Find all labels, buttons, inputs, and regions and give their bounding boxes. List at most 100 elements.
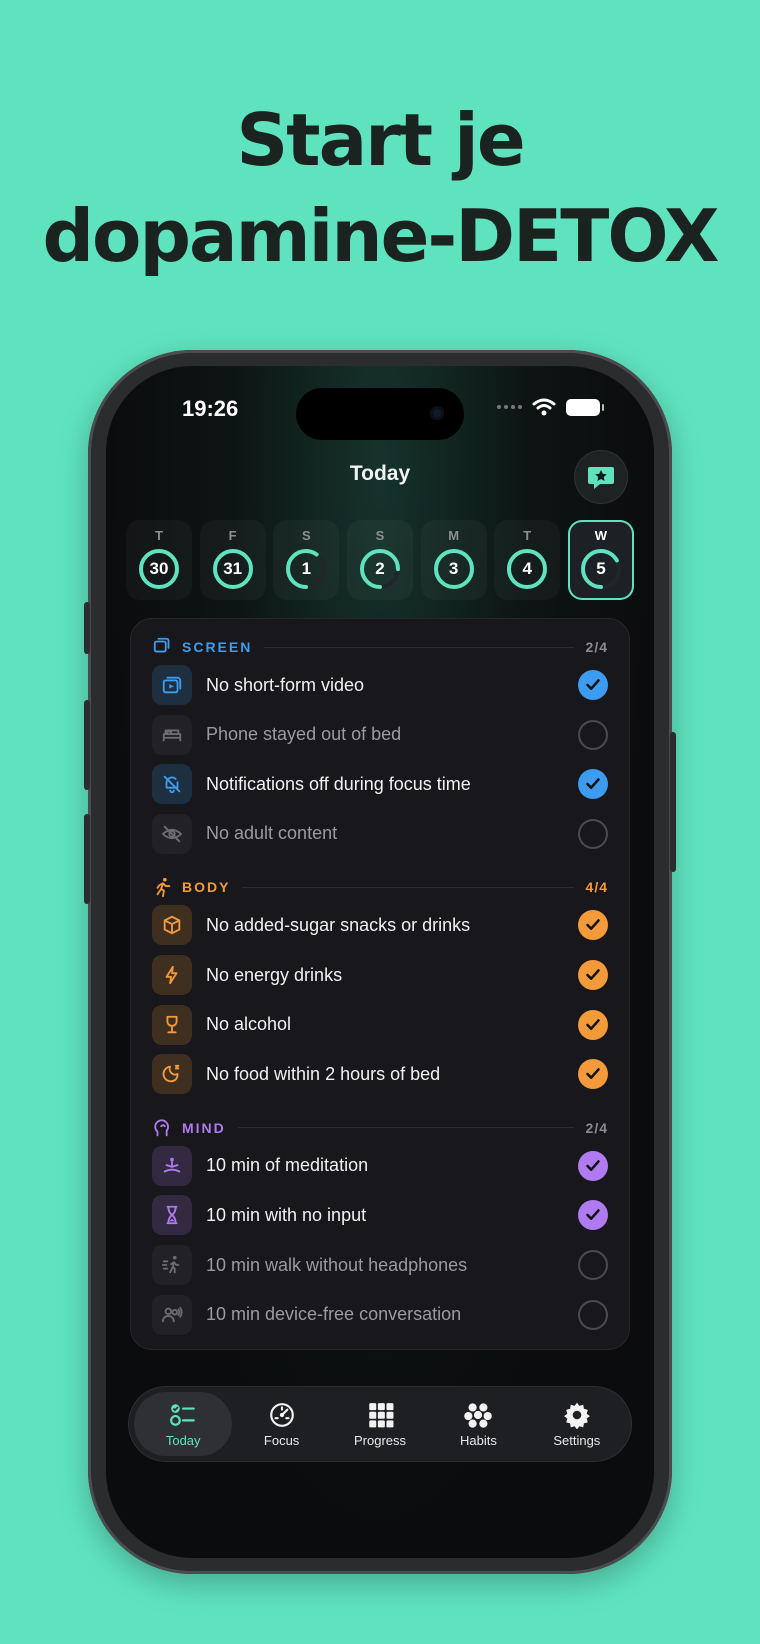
habit-icon-tile xyxy=(152,665,192,705)
day-number: 31 xyxy=(223,559,243,578)
empty-checkbox[interactable] xyxy=(578,1250,608,1280)
habit-label: 10 min of meditation xyxy=(206,1155,369,1176)
tab-focus[interactable]: Focus xyxy=(232,1392,330,1456)
action-button xyxy=(84,602,90,654)
tab-today[interactable]: Today xyxy=(134,1392,233,1456)
head-icon xyxy=(154,1119,169,1137)
headline: Start je dopamine-DETOX xyxy=(0,92,760,284)
day-letter: M xyxy=(448,528,460,543)
section-count: 4/4 xyxy=(585,879,608,896)
day-4[interactable]: T 4 xyxy=(494,520,560,600)
checked-checkbox[interactable] xyxy=(578,1150,608,1181)
screens-icon xyxy=(153,637,170,653)
habit-icon-tile xyxy=(152,1294,192,1335)
day-3[interactable]: M 3 xyxy=(421,520,487,600)
empty-checkbox[interactable] xyxy=(578,819,608,849)
tab-label: Today xyxy=(165,1432,201,1448)
checked-checkbox[interactable] xyxy=(578,910,608,941)
habit-row[interactable]: No short-form video xyxy=(152,664,608,706)
day-letter: W xyxy=(594,528,608,543)
checked-checkbox[interactable] xyxy=(578,1200,608,1231)
camera-icon xyxy=(430,406,444,420)
habit-row[interactable]: No energy drinks xyxy=(152,954,608,996)
habit-row[interactable]: 10 min of meditation xyxy=(152,1145,608,1187)
status-time: 19:26 xyxy=(182,396,239,421)
check-icon xyxy=(586,778,600,790)
habit-label: 10 min with no input xyxy=(206,1204,367,1225)
habit-label: No adult content xyxy=(206,823,338,844)
habit-row[interactable]: No added-sugar snacks or drinks xyxy=(152,904,608,946)
tab-habits[interactable]: Habits xyxy=(429,1392,527,1456)
habit-row[interactable]: Notifications off during focus time xyxy=(152,763,608,805)
day-number: 30 xyxy=(149,559,169,578)
empty-checkbox[interactable] xyxy=(578,1300,608,1330)
tab-label: Habits xyxy=(459,1432,497,1448)
checked-checkbox[interactable] xyxy=(578,670,608,700)
day-1[interactable]: S 1 xyxy=(273,520,339,600)
day-progress-ring: 31 xyxy=(212,548,254,590)
habit-row[interactable]: No food within 2 hours of bed xyxy=(152,1053,608,1095)
section-title: MIND xyxy=(182,1119,226,1136)
habit-icon-tile xyxy=(152,1004,192,1045)
gear-icon xyxy=(563,1402,590,1429)
checked-checkbox[interactable] xyxy=(578,1059,608,1090)
day-31[interactable]: F 31 xyxy=(200,520,266,600)
habit-row[interactable]: 10 min walk without headphones xyxy=(152,1244,608,1286)
habit-label: 10 min walk without headphones xyxy=(206,1254,468,1275)
grid-icon xyxy=(369,1402,394,1427)
check-icon xyxy=(586,969,600,980)
cube-icon xyxy=(163,916,181,935)
day-progress-ring: 2 xyxy=(359,548,401,590)
day-number: 3 xyxy=(448,559,459,578)
empty-checkbox[interactable] xyxy=(578,720,608,750)
day-letter: F xyxy=(228,528,237,543)
habit-icon-tile xyxy=(152,1145,192,1186)
bed-icon xyxy=(162,729,182,742)
volume-down-button xyxy=(84,814,90,904)
day-letter: T xyxy=(523,528,532,543)
habit-label: No alcohol xyxy=(206,1014,292,1035)
tab-bar: Today Focus Progress Habits Settings xyxy=(128,1386,632,1462)
status-icons xyxy=(497,398,604,416)
wifi-icon xyxy=(532,398,556,416)
battery-icon xyxy=(566,398,604,416)
checked-checkbox[interactable] xyxy=(578,960,608,990)
checked-checkbox[interactable] xyxy=(578,1009,608,1040)
habit-label: No energy drinks xyxy=(206,964,343,985)
cellular-icon xyxy=(497,405,522,409)
checked-checkbox[interactable] xyxy=(578,769,608,800)
section-divider xyxy=(237,1127,574,1129)
day-number: 4 xyxy=(522,559,533,578)
habit-row[interactable]: 10 min device-free conversation xyxy=(152,1294,608,1336)
tab-label: Progress xyxy=(354,1432,407,1448)
habit-row[interactable]: No alcohol xyxy=(152,1004,608,1046)
habit-icon-tile xyxy=(152,905,192,946)
tab-progress[interactable]: Progress xyxy=(331,1392,429,1456)
habit-icon-tile xyxy=(152,955,192,995)
habit-icon-tile xyxy=(152,1195,192,1236)
checklist-icon xyxy=(170,1403,196,1426)
section-header-mind: MIND 2/4 xyxy=(152,1117,608,1139)
check-icon xyxy=(586,919,600,931)
tab-settings[interactable]: Settings xyxy=(528,1392,626,1456)
meditation-icon xyxy=(163,1157,181,1173)
habit-icon-tile xyxy=(152,1054,192,1095)
week-strip: T 30 F 31 S 1 S 2 M 3 T 4 W 5 xyxy=(126,520,634,600)
day-progress-ring: 30 xyxy=(138,548,180,590)
day-5[interactable]: W 5 xyxy=(567,520,634,600)
day-2[interactable]: S 2 xyxy=(347,520,413,600)
check-icon xyxy=(586,1159,600,1171)
day-30[interactable]: T 30 xyxy=(126,520,192,600)
habit-icon-tile xyxy=(152,714,192,755)
day-letter: S xyxy=(301,528,311,543)
check-icon xyxy=(586,679,600,690)
section-divider xyxy=(242,886,574,888)
section-title: SCREEN xyxy=(182,639,253,655)
section-header-body: BODY 4/4 xyxy=(152,876,608,898)
chat-button[interactable] xyxy=(574,450,628,504)
habit-row[interactable]: No adult content xyxy=(152,813,608,855)
dots-cluster-icon xyxy=(464,1402,493,1428)
section-icon xyxy=(152,876,174,898)
habit-row[interactable]: Phone stayed out of bed xyxy=(152,714,608,756)
habit-row[interactable]: 10 min with no input xyxy=(152,1194,608,1236)
